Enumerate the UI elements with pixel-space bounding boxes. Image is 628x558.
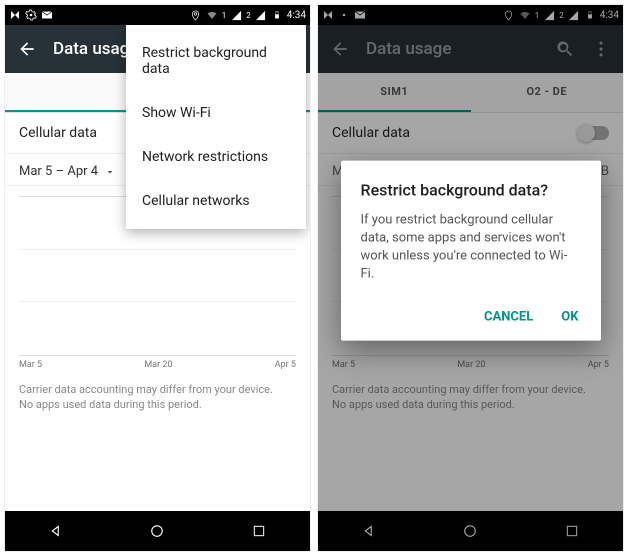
settings-icon <box>25 9 37 21</box>
location-icon <box>190 9 202 21</box>
chart-x-axis: Mar 5 Mar 20 Apr 5 <box>5 358 310 376</box>
restrict-dialog: Restrict background data? If you restric… <box>341 160 601 341</box>
carrier-footnote: Carrier data accounting may differ from … <box>5 376 310 419</box>
menu-restrict-background[interactable]: Restrict background data <box>126 31 306 91</box>
signal-2-icon <box>255 9 267 21</box>
nfc-icon <box>9 9 21 21</box>
dialog-title: Restrict background data? <box>361 180 581 199</box>
clock-text: 4:34 <box>287 10 306 21</box>
menu-cellular-networks[interactable]: Cellular networks <box>126 179 306 223</box>
dialog-body: If you restrict background cellular data… <box>361 211 581 284</box>
axis-label-end: Apr 5 <box>275 360 296 370</box>
phone-screenshot-right: 1 2 4:34 Data usage SIM1 O2 - DE <box>317 4 624 552</box>
sim1-indicator: 1 <box>222 11 227 20</box>
gmail-icon <box>41 9 53 21</box>
sim2-indicator: 2 <box>246 11 251 20</box>
battery-icon <box>271 9 283 21</box>
cancel-button[interactable]: CANCEL <box>482 304 535 331</box>
ok-button[interactable]: OK <box>559 304 580 331</box>
status-bar: 1 2 4:34 <box>5 5 310 25</box>
dialog-actions: CANCEL OK <box>361 304 581 331</box>
nav-bar <box>5 511 310 551</box>
nav-home-icon[interactable] <box>147 521 167 541</box>
axis-label-mid: Mar 20 <box>144 360 172 370</box>
overflow-menu: Restrict background data Show Wi-Fi Netw… <box>126 25 306 229</box>
signal-1-icon <box>230 9 242 21</box>
nav-back-icon[interactable] <box>46 521 66 541</box>
nav-recent-icon[interactable] <box>249 521 269 541</box>
menu-network-restrictions[interactable]: Network restrictions <box>126 135 306 179</box>
menu-show-wifi[interactable]: Show Wi-Fi <box>126 91 306 135</box>
dropdown-caret-icon <box>104 166 116 178</box>
cellular-data-label: Cellular data <box>19 125 97 141</box>
date-range-label: Mar 5 – Apr 4 <box>19 164 98 179</box>
axis-label-start: Mar 5 <box>19 360 42 370</box>
phone-screenshot-left: 1 2 4:34 Data usage SIM1 Cellular data M… <box>4 4 311 552</box>
wifi-icon <box>206 9 218 21</box>
back-icon[interactable] <box>17 39 37 59</box>
